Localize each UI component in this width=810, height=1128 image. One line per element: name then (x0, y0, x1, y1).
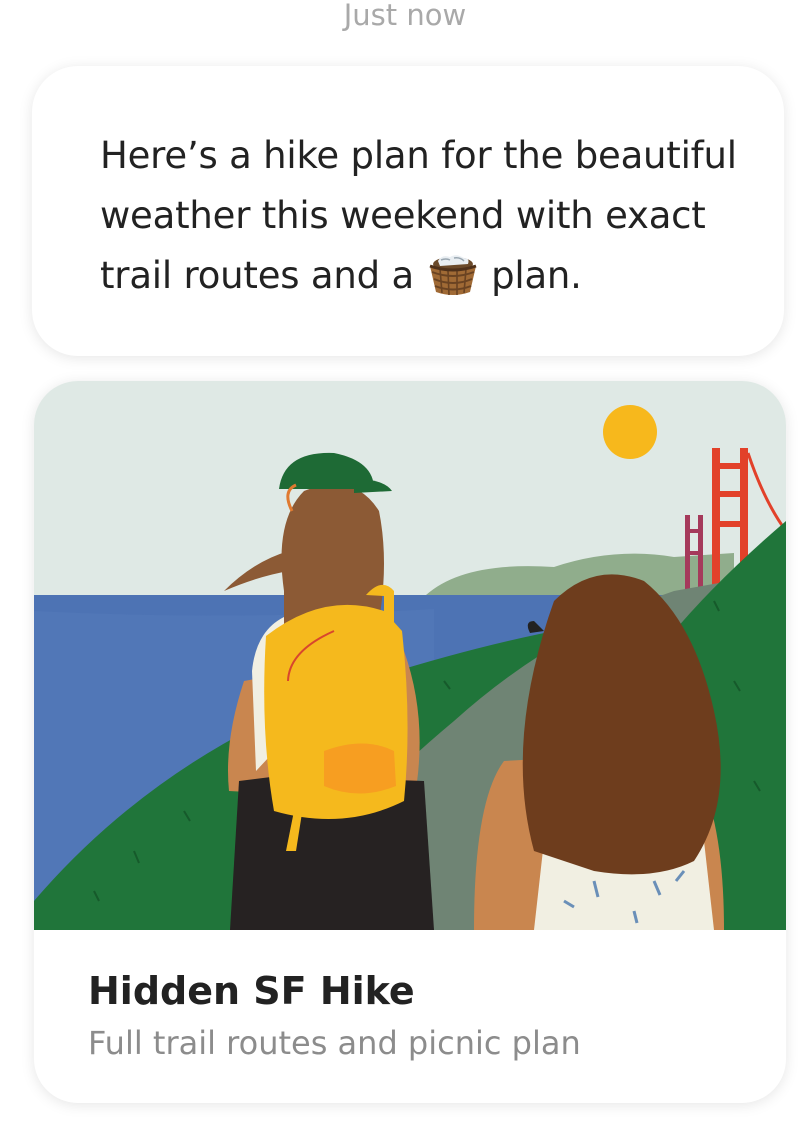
card-subtitle: Full trail routes and picnic plan (88, 1024, 581, 1062)
hike-illustration (34, 381, 786, 930)
message-bubble: Here’s a hike plan for the beautiful wea… (20, 62, 790, 362)
hike-plan-card[interactable]: Hidden SF Hike Full trail routes and pic… (34, 381, 786, 1103)
message-text-part1: Here’s a hike plan for the beautiful wea… (100, 134, 737, 297)
message-text-part2: plan. (491, 254, 582, 297)
message-text: Here’s a hike plan for the beautiful wea… (100, 126, 770, 306)
basket-icon (429, 255, 477, 296)
message-bubble-body: Here’s a hike plan for the beautiful wea… (32, 66, 784, 356)
card-title: Hidden SF Hike (88, 969, 415, 1013)
message-timestamp: Just now (343, 0, 467, 32)
